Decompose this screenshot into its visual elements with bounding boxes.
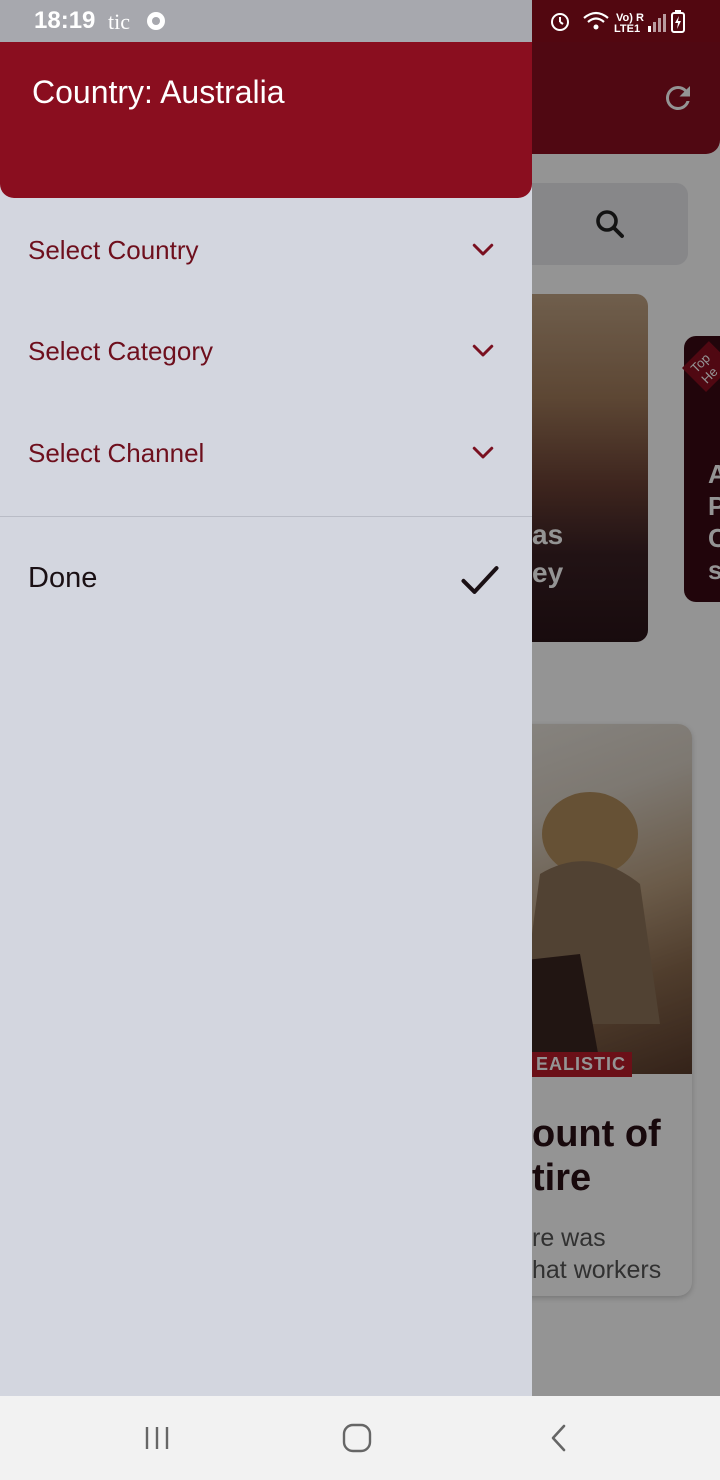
navigation-drawer: Country: Australia Select Country Select… — [0, 42, 532, 1396]
menu-item-label: Select Category — [28, 336, 213, 366]
home-icon — [342, 1423, 372, 1453]
drawer-title: Country: Australia — [32, 74, 285, 110]
chevron-down-icon — [472, 243, 494, 256]
done-label: Done — [28, 562, 98, 594]
done-button[interactable]: Done — [0, 538, 532, 628]
wifi-icon — [583, 11, 609, 30]
status-icons: Vo) R LTE1 — [551, 10, 685, 34]
menu-item-label: Select Channel — [28, 438, 205, 468]
select-channel-item[interactable]: Select Channel — [0, 415, 532, 495]
notification-icon — [147, 12, 165, 30]
check-icon — [461, 566, 499, 594]
back-button[interactable] — [529, 1414, 589, 1462]
chevron-down-icon — [472, 446, 494, 459]
navigation-bar — [0, 1396, 720, 1480]
menu-item-label: Select Country — [28, 235, 199, 265]
battery-icon — [671, 10, 685, 33]
alarm-icon — [551, 13, 569, 31]
recent-apps-button[interactable] — [127, 1414, 187, 1462]
select-category-item[interactable]: Select Category — [0, 313, 532, 393]
back-icon — [551, 1424, 566, 1452]
recent-apps-icon — [145, 1427, 169, 1449]
status-time: 18:19 — [34, 7, 96, 34]
lte-label: LTE1 — [614, 23, 640, 34]
drawer-divider — [0, 516, 532, 517]
home-button[interactable] — [327, 1414, 387, 1462]
status-carrier: tic — [108, 9, 130, 34]
select-country-item[interactable]: Select Country — [0, 212, 532, 292]
chevron-down-icon — [472, 344, 494, 357]
status-bar: 18:19 tic Vo) R LTE1 — [0, 0, 720, 42]
drawer-header: Country: Australia — [0, 42, 532, 198]
signal-icon — [648, 14, 666, 32]
